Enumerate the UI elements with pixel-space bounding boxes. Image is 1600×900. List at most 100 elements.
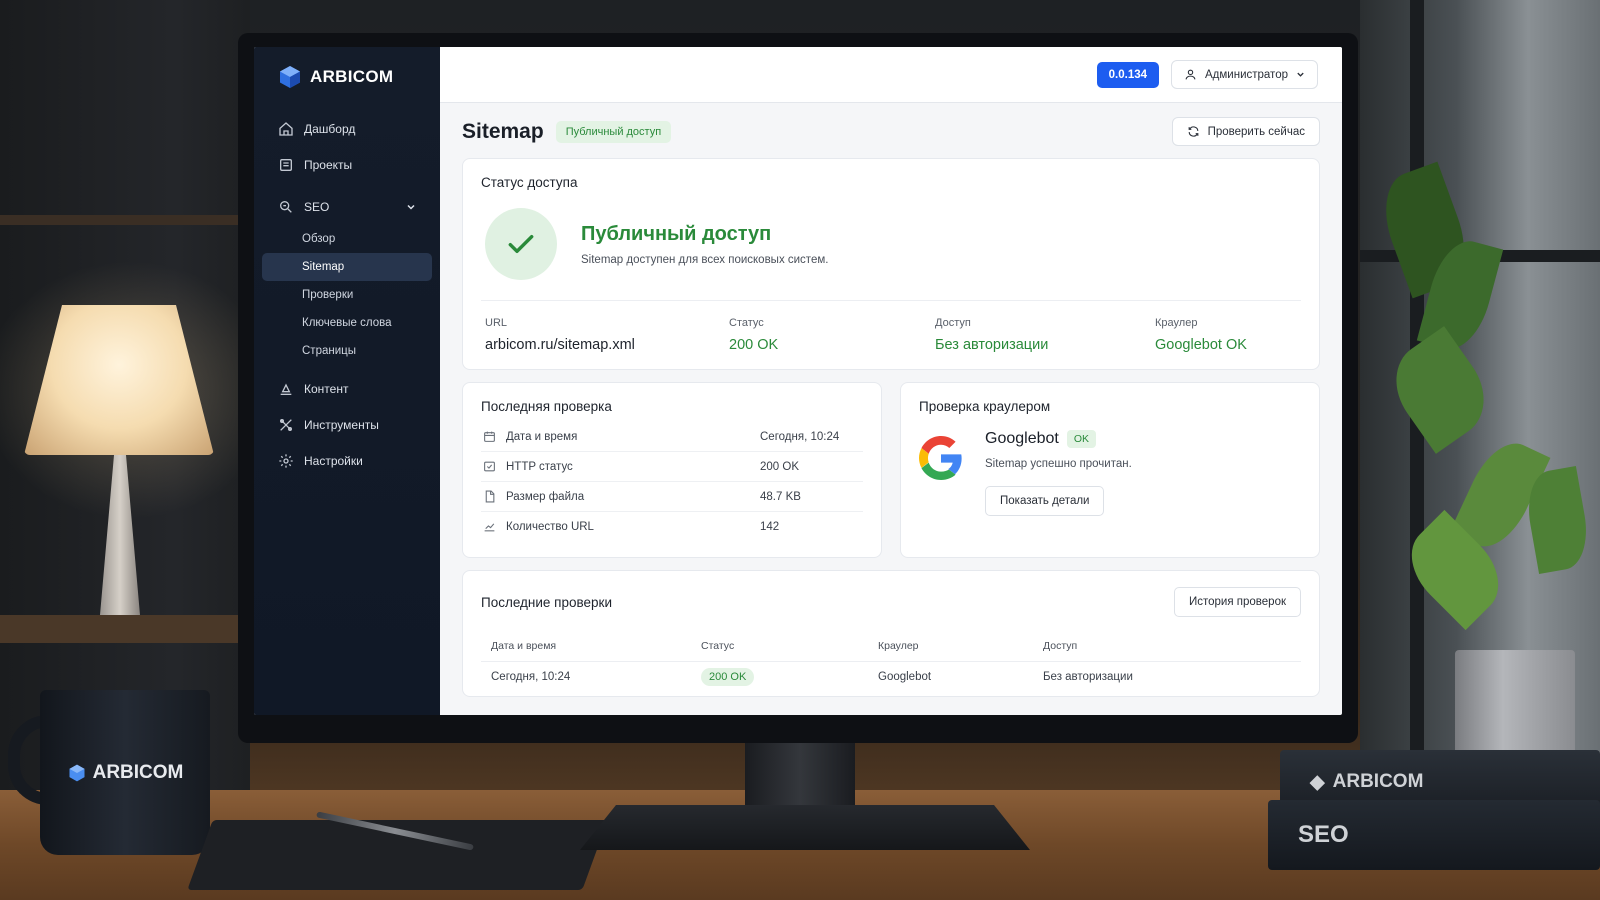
kv-key: Дата и время (506, 430, 578, 443)
arbicom-logo-icon (69, 764, 85, 781)
check-circle (485, 208, 557, 280)
metric-value: Googlebot OK (1155, 337, 1247, 353)
metric-label: Краулер (1155, 317, 1198, 329)
monitor-stand-base (580, 805, 1030, 850)
book-logo-icon: ◆ (1310, 771, 1325, 793)
book-title: SEO (1298, 821, 1349, 848)
user-name: Администратор (1205, 68, 1288, 81)
sidebar-subitem-sitemap[interactable]: Sitemap (262, 253, 432, 281)
kv-value: 48.7 KB (760, 490, 801, 503)
show-details-button[interactable]: Показать детали (985, 486, 1105, 516)
kv-value: 200 OK (760, 460, 799, 473)
cell-access: Без авторизации (1043, 671, 1133, 683)
search-icon (280, 201, 292, 213)
page-title: Sitemap (462, 119, 544, 143)
mug: ARBICOM (40, 690, 210, 855)
crawler-body: Googlebot OK Sitemap успешно прочитан. П… (919, 414, 1301, 516)
brand[interactable]: ARBICOM (262, 61, 432, 111)
brand-name: ARBICOM (310, 67, 394, 86)
metric-status: Статус 200 OK (729, 317, 935, 353)
sidebar-item-tools[interactable]: Инструменты (262, 407, 432, 443)
access-status-card: Статус доступа Публичный доступ Sitemap … (462, 158, 1320, 370)
sidebar-subitem-checks[interactable]: Проверки (262, 281, 432, 309)
hero-title: Публичный доступ (581, 222, 772, 245)
shelf (0, 615, 250, 643)
history-button[interactable]: История проверок (1173, 587, 1301, 617)
http-status-icon (484, 461, 495, 472)
card-title: Проверка краулером (919, 399, 1051, 414)
sidebar-item-settings[interactable]: Настройки (262, 443, 432, 479)
table-row[interactable]: Сегодня, 10:24 200 OK Googlebot Без авто… (481, 662, 1301, 692)
access-badge: Публичный доступ (555, 120, 672, 143)
check-now-button[interactable]: Проверить сейчас (1171, 117, 1320, 146)
main-area: 0.0.134 Администратор Sitemap Публичный … (440, 47, 1342, 715)
column-header-access[interactable]: Доступ (1043, 640, 1291, 652)
table-header-row: Дата и время Статус Краулер Доступ (481, 631, 1301, 662)
recent-checks-table: Дата и время Статус Краулер Доступ Сегод… (481, 631, 1301, 692)
sidebar-item-dashboard[interactable]: Дашборд (262, 111, 432, 147)
user-menu[interactable]: Администратор (1171, 60, 1318, 89)
column-header-status[interactable]: Статус (701, 640, 878, 652)
column-header-crawler[interactable]: Краулер (878, 640, 1043, 652)
book-title: ARBICOM (1332, 771, 1424, 792)
file-icon (485, 490, 495, 503)
crawler-name: Googlebot (985, 430, 1059, 447)
shelf (0, 215, 250, 225)
mug-brand-text: ARBICOM (92, 761, 184, 783)
topbar: 0.0.134 Администратор (440, 47, 1342, 103)
sidebar-item-content[interactable]: Контент (262, 371, 432, 407)
metric-label: Доступ (935, 317, 971, 329)
tools-icon (280, 419, 292, 431)
check-icon (508, 234, 534, 254)
crawler-check-card: Проверка краулером Googlebot OK Sitemap … (900, 382, 1320, 558)
sidebar-item-label: Дашборд (304, 122, 356, 136)
sidebar: ARBICOM Дашборд Проекты SEO Обзор Sitema… (254, 47, 440, 715)
kv-key: Количество URL (506, 520, 594, 533)
sidebar-subitem-keywords[interactable]: Ключевые слова (262, 309, 432, 337)
cell-date: Сегодня, 10:24 (491, 671, 571, 683)
kv-row-size: Размер файла 48.7 KB (481, 482, 863, 512)
details-row: Последняя проверка Дата и время Сегодня,… (462, 382, 1320, 558)
status-hero: Публичный доступ Sitemap доступен для вс… (481, 190, 1301, 301)
chevron-down-icon (1297, 72, 1304, 77)
projects-icon (280, 159, 292, 171)
sidebar-item-projects[interactable]: Проекты (262, 147, 432, 183)
version-badge[interactable]: 0.0.134 (1096, 61, 1160, 88)
sidebar-item-label: Контент (304, 382, 349, 396)
card-title: Последние проверки (481, 594, 612, 610)
metric-value: 200 OK (729, 337, 779, 353)
sidebar-item-label: Инструменты (304, 418, 379, 432)
crawler-description: Sitemap успешно прочитан. (985, 458, 1132, 470)
kv-key: Размер файла (506, 490, 585, 503)
cell-crawler: Googlebot (878, 671, 932, 683)
recent-checks-header: Последние проверки История проверок (481, 587, 1301, 617)
column-header-date[interactable]: Дата и время (491, 640, 701, 652)
sidebar-item-label: Проекты (304, 158, 353, 172)
kv-row-date: Дата и время Сегодня, 10:24 (481, 422, 863, 452)
metrics-row: URL arbicom.ru/sitemap.xml Статус 200 OK… (481, 301, 1301, 353)
user-icon (1185, 69, 1196, 80)
kv-value: Сегодня, 10:24 (760, 430, 840, 443)
page-content: Sitemap Публичный доступ Проверить сейча… (440, 103, 1342, 711)
crawler-name-row: Googlebot OK (985, 430, 1132, 448)
refresh-icon (1188, 126, 1198, 137)
card-title: Статус доступа (481, 175, 578, 190)
metric-label: URL (485, 317, 508, 329)
sidebar-subitem-pages[interactable]: Страницы (262, 337, 432, 365)
chart-line-icon (484, 523, 495, 532)
metric-value: Без авторизации (935, 337, 1049, 353)
sidebar-subitem-overview[interactable]: Обзор (262, 225, 432, 253)
kv-key: HTTP статус (506, 460, 573, 473)
recent-checks-card: Последние проверки История проверок Дата… (462, 570, 1320, 697)
kv-row-url-count: Количество URL 142 (481, 512, 863, 541)
cell-status-badge: 200 OK (701, 668, 755, 686)
gear-icon (279, 454, 293, 468)
google-logo-icon (919, 436, 962, 480)
book-seo: SEO (1268, 800, 1600, 870)
chevron-down-icon (407, 204, 415, 210)
sidebar-item-seo[interactable]: SEO (262, 189, 432, 225)
metric-access: Доступ Без авторизации (935, 317, 1155, 353)
sidebar-item-label: SEO (304, 200, 330, 214)
kv-value: 142 (760, 520, 780, 533)
metric-crawler: Краулер Googlebot OK (1155, 317, 1297, 353)
